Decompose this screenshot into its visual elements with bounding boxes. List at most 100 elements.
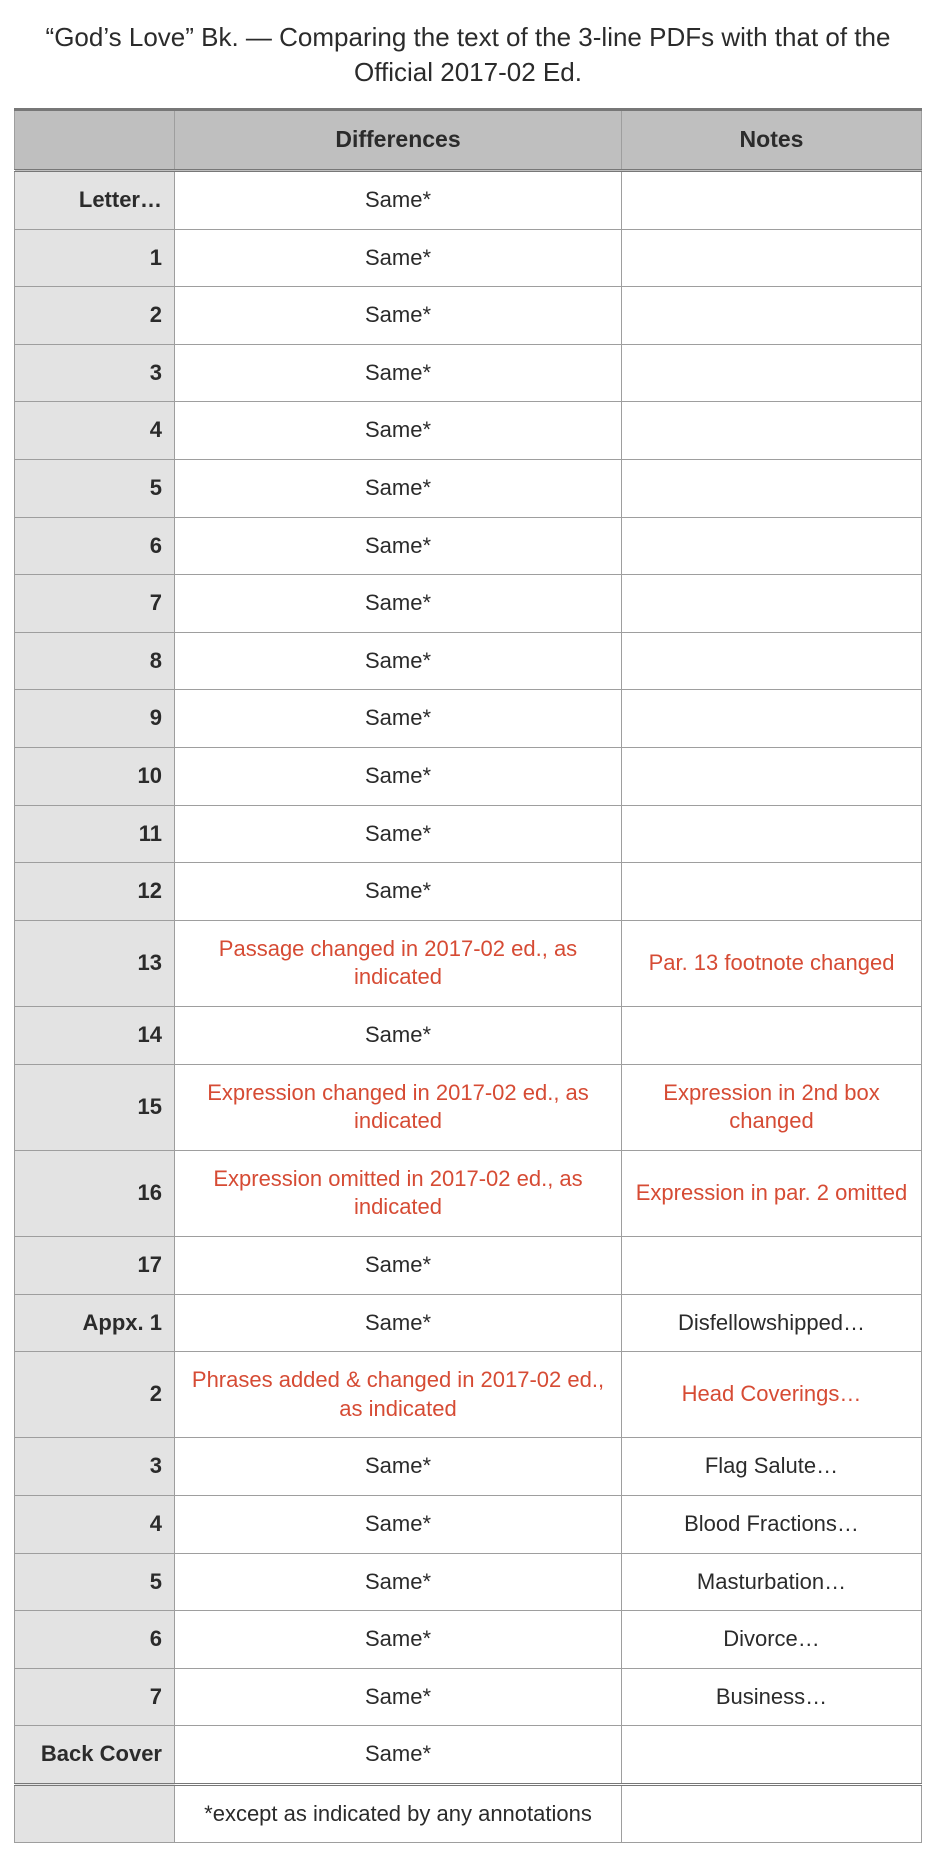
row-notes xyxy=(622,1726,922,1785)
row-label: 13 xyxy=(15,920,175,1006)
table-row: 5Same*Masturbation… xyxy=(15,1553,922,1611)
row-notes xyxy=(622,575,922,633)
table-row: 4Same*Blood Fractions… xyxy=(15,1495,922,1553)
row-diff: Same* xyxy=(175,690,622,748)
table-row: 12Same* xyxy=(15,863,922,921)
row-label: 15 xyxy=(15,1064,175,1150)
table-row: 7Same* xyxy=(15,575,922,633)
row-label: 7 xyxy=(15,1668,175,1726)
table-row: 8Same* xyxy=(15,632,922,690)
table-row: 5Same* xyxy=(15,460,922,518)
row-label: 17 xyxy=(15,1236,175,1294)
table-row: Appx. 1Same*Disfellowshipped… xyxy=(15,1294,922,1352)
table-row: Letter…Same* xyxy=(15,171,922,230)
row-diff: Same* xyxy=(175,171,622,230)
row-notes xyxy=(622,287,922,345)
row-diff: Same* xyxy=(175,748,622,806)
row-notes xyxy=(622,517,922,575)
row-notes: Expression in 2nd box changed xyxy=(622,1064,922,1150)
row-notes xyxy=(622,748,922,806)
table-row: 15Expression changed in 2017-02 ed., as … xyxy=(15,1064,922,1150)
header-notes: Notes xyxy=(622,110,922,171)
header-row: Differences Notes xyxy=(15,110,922,171)
header-blank xyxy=(15,110,175,171)
row-notes: Head Coverings… xyxy=(622,1352,922,1438)
row-label: 3 xyxy=(15,344,175,402)
row-notes xyxy=(622,632,922,690)
table-row: 1Same* xyxy=(15,229,922,287)
row-diff: Same* xyxy=(175,517,622,575)
row-notes: Divorce… xyxy=(622,1611,922,1669)
table-row: Back CoverSame* xyxy=(15,1726,922,1785)
row-label: 10 xyxy=(15,748,175,806)
table-row: 2Same* xyxy=(15,287,922,345)
table-row: 4Same* xyxy=(15,402,922,460)
row-diff: Same* xyxy=(175,1294,622,1352)
row-notes xyxy=(622,344,922,402)
row-label: 5 xyxy=(15,460,175,518)
page-title: “God’s Love” Bk. — Comparing the text of… xyxy=(38,20,898,90)
row-label: 2 xyxy=(15,287,175,345)
row-notes xyxy=(622,460,922,518)
row-label: 9 xyxy=(15,690,175,748)
row-label: 4 xyxy=(15,1495,175,1553)
row-label: 4 xyxy=(15,402,175,460)
row-label: 6 xyxy=(15,517,175,575)
row-diff: Same* xyxy=(175,1668,622,1726)
table-row: 3Same*Flag Salute… xyxy=(15,1438,922,1496)
table-row: 11Same* xyxy=(15,805,922,863)
row-diff: Same* xyxy=(175,632,622,690)
table-row: 3Same* xyxy=(15,344,922,402)
row-diff: Same* xyxy=(175,1495,622,1553)
row-notes xyxy=(622,863,922,921)
row-notes xyxy=(622,229,922,287)
table-row: 16Expression omitted in 2017-02 ed., as … xyxy=(15,1150,922,1236)
row-label: Back Cover xyxy=(15,1726,175,1785)
row-diff: Same* xyxy=(175,1438,622,1496)
row-diff: Same* xyxy=(175,575,622,633)
row-notes xyxy=(622,1006,922,1064)
footnote-label xyxy=(15,1784,175,1843)
row-label: Letter… xyxy=(15,171,175,230)
row-notes xyxy=(622,171,922,230)
row-diff: Same* xyxy=(175,1611,622,1669)
table-row: 13Passage changed in 2017-02 ed., as ind… xyxy=(15,920,922,1006)
row-label: 16 xyxy=(15,1150,175,1236)
row-label: 7 xyxy=(15,575,175,633)
row-diff: Same* xyxy=(175,1236,622,1294)
row-label: 1 xyxy=(15,229,175,287)
row-label: 5 xyxy=(15,1553,175,1611)
footnote-text: *except as indicated by any annotations xyxy=(175,1784,622,1843)
row-notes: Disfellowshipped… xyxy=(622,1294,922,1352)
row-diff: Same* xyxy=(175,805,622,863)
row-diff: Same* xyxy=(175,344,622,402)
row-label: 2 xyxy=(15,1352,175,1438)
row-diff: Same* xyxy=(175,1553,622,1611)
row-label: 8 xyxy=(15,632,175,690)
row-diff: Passage changed in 2017-02 ed., as indic… xyxy=(175,920,622,1006)
row-diff: Same* xyxy=(175,460,622,518)
row-label: 14 xyxy=(15,1006,175,1064)
row-notes: Business… xyxy=(622,1668,922,1726)
row-label: 12 xyxy=(15,863,175,921)
table-row: 2Phrases added & changed in 2017-02 ed.,… xyxy=(15,1352,922,1438)
row-diff: Same* xyxy=(175,229,622,287)
row-label: 6 xyxy=(15,1611,175,1669)
table-row: 7Same*Business… xyxy=(15,1668,922,1726)
footnote-notes xyxy=(622,1784,922,1843)
row-diff: Phrases added & changed in 2017-02 ed., … xyxy=(175,1352,622,1438)
row-diff: Same* xyxy=(175,1006,622,1064)
row-notes xyxy=(622,1236,922,1294)
row-diff: Expression changed in 2017-02 ed., as in… xyxy=(175,1064,622,1150)
row-diff: Same* xyxy=(175,863,622,921)
row-notes: Par. 13 footnote changed xyxy=(622,920,922,1006)
header-differences: Differences xyxy=(175,110,622,171)
row-notes: Flag Salute… xyxy=(622,1438,922,1496)
table-row: 10Same* xyxy=(15,748,922,806)
table-row: 9Same* xyxy=(15,690,922,748)
row-diff: Same* xyxy=(175,1726,622,1785)
row-notes: Expression in par. 2 omitted xyxy=(622,1150,922,1236)
row-label: 3 xyxy=(15,1438,175,1496)
row-notes xyxy=(622,402,922,460)
row-notes xyxy=(622,805,922,863)
